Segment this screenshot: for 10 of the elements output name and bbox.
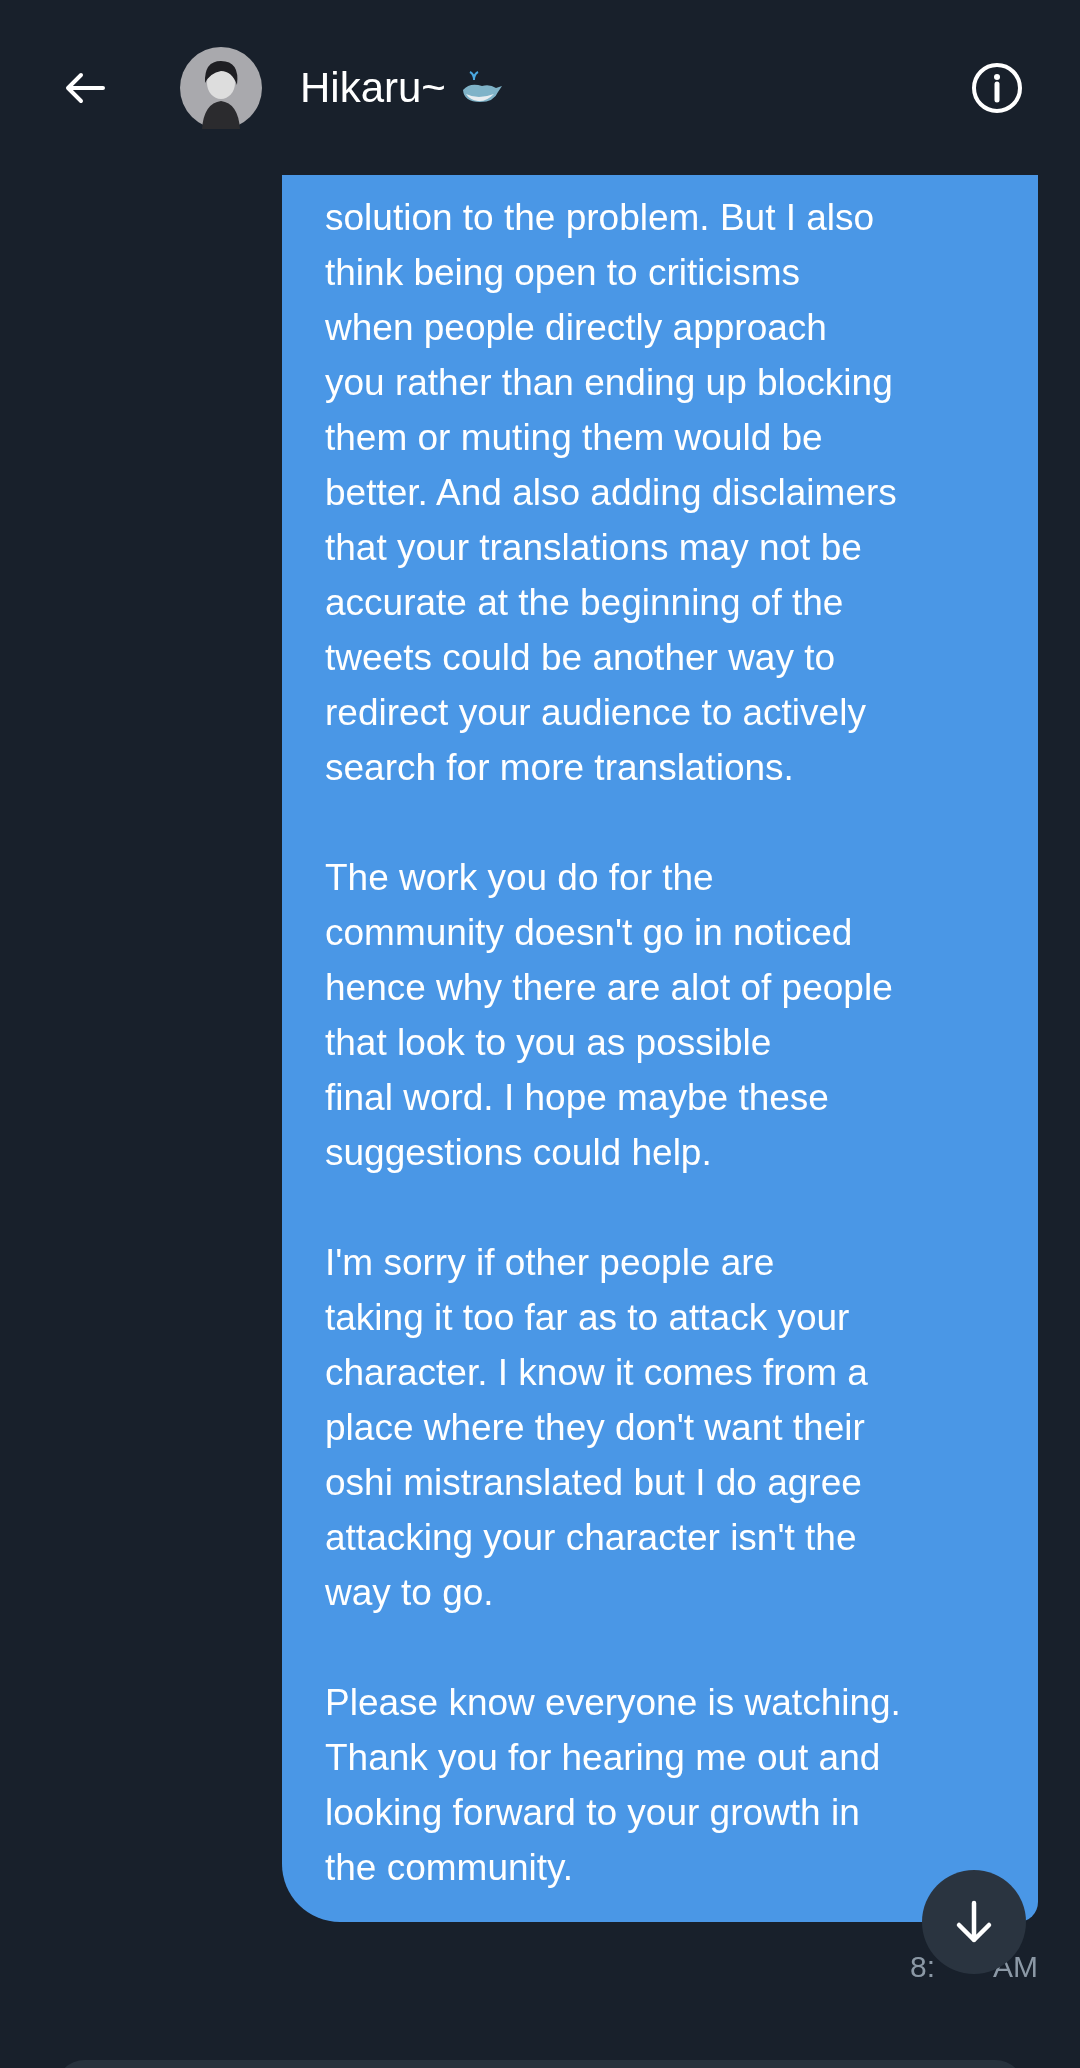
- down-arrow-icon: [954, 1900, 994, 1944]
- message-paragraph: solution to the problem. But I also think being open to criticisms when people directly approach you rather than ending up blocking them or muting them would be better. And also adding disclaimers that your translations may not be accurate at the beginning of the tweets could be another way to redirect your audience to actively search for more translations.: [325, 196, 898, 790]
- message-paragraph: I'm sorry if other people are taking it too far as to attack your character. I know it comes from a place where they don't want their oshi mistranslated but I do agree attacking your character isn't the way to go.: [325, 1241, 869, 1615]
- contact-name[interactable]: Hikaru~: [300, 63, 446, 112]
- avatar[interactable]: [180, 46, 262, 129]
- info-icon[interactable]: [971, 61, 1023, 114]
- timestamp: 8:: [909, 1950, 935, 1984]
- back-arrow-icon[interactable]: [65, 71, 105, 104]
- message-paragraph: Please know everyone is watching. Thank you for hearing me out and looking forward to your growth in the community.: [325, 1681, 902, 1890]
- message-paragraph: The work you do for the community doesn't go in noticed hence why there are alot of people that look to you as possible final word. I hope maybe these suggestions could help.: [325, 856, 894, 1175]
